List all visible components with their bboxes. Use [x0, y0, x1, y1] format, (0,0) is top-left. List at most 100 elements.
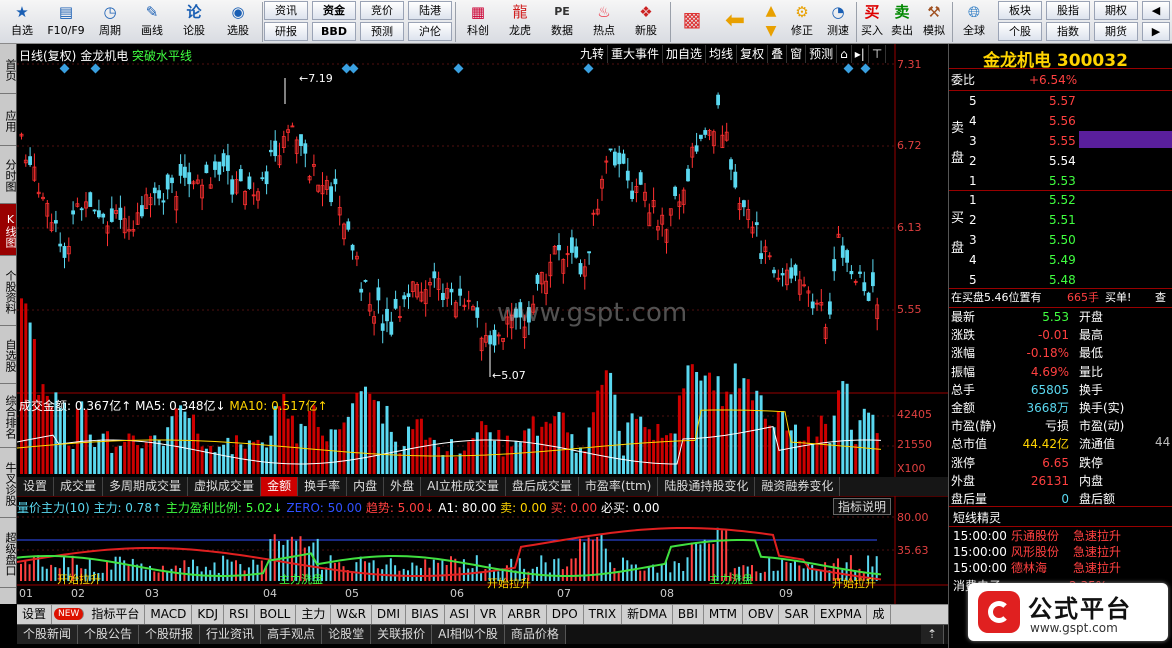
btab-vr[interactable]: VR [475, 605, 503, 624]
tool-jiuzhuan[interactable]: 九转 [577, 45, 609, 63]
news-tab-commodity[interactable]: 商品价格 [504, 625, 566, 644]
vtab-pe-ttm[interactable]: 市盈率(ttm) [579, 477, 659, 496]
btab-settings[interactable]: 设置 [17, 605, 53, 624]
tb-cesu[interactable]: ◔ 测速 [821, 1, 855, 43]
btab-rsi[interactable]: RSI [224, 605, 255, 624]
btab-boll[interactable]: BOLL [255, 605, 297, 624]
nav-order-book[interactable]: 超级盘口 [0, 518, 17, 588]
news-tab-industry[interactable]: 行业资讯 [200, 625, 262, 644]
tb-lungu[interactable]: 论 论股 [174, 1, 214, 43]
tb-zixuan[interactable]: ★ 自选 [2, 1, 42, 43]
tool-forecast[interactable]: 预测 [806, 45, 838, 63]
btab-mtm[interactable]: MTM [704, 605, 743, 624]
tb-f10[interactable]: ▤ F10/F9 [44, 1, 88, 43]
nav-home[interactable]: 首页 [0, 44, 17, 94]
tb-grid[interactable]: ▩ [673, 1, 711, 43]
vtab-volume[interactable]: 成交量 [54, 477, 104, 496]
vtab-after-hours[interactable]: 盘后成交量 [506, 477, 579, 496]
tb-zixun[interactable]: 资讯 [264, 1, 308, 20]
expand-up-icon[interactable]: ⇡ [920, 625, 944, 644]
tb-guzhi[interactable]: 股指 [1046, 1, 1090, 20]
tb-buy[interactable]: 买 买入 [858, 1, 886, 43]
vtab-multi-volume[interactable]: 多周期成交量 [103, 477, 189, 496]
vtab-virtual-volume[interactable]: 虚拟成交量 [188, 477, 262, 496]
tb-zhouqi[interactable]: ◷ 周期 [90, 1, 130, 43]
btab-main[interactable]: 主力 [296, 605, 332, 624]
note-query[interactable]: 查 [1155, 289, 1166, 307]
vtab-ai-volume[interactable]: AI立桩成交量 [421, 477, 506, 496]
btab-obv[interactable]: OBV [743, 605, 780, 624]
btab-dpo[interactable]: DPO [547, 605, 584, 624]
tb-bankuai[interactable]: 板块 [998, 1, 1042, 20]
vtab-outer[interactable]: 外盘 [384, 477, 422, 496]
tb-yuce[interactable]: 预测 [360, 22, 404, 41]
btab-asi[interactable]: ASI [445, 605, 476, 624]
tb-redian[interactable]: ♨ 热点 [584, 1, 624, 43]
tool-overlay[interactable]: 叠 [768, 45, 788, 63]
btab-bias[interactable]: BIAS [406, 605, 445, 624]
tb-lugang[interactable]: 陆港 [408, 1, 452, 20]
vtab-turnover[interactable]: 换手率 [298, 477, 348, 496]
news-tab-announcements[interactable]: 个股公告 [78, 625, 140, 644]
next-icon[interactable]: ▸| [851, 45, 869, 63]
vtab-inner[interactable]: 内盘 [347, 477, 385, 496]
news-tab-ai-similar[interactable]: AI相似个股 [432, 625, 505, 644]
news-panel-title[interactable]: 短线精灵 [953, 509, 1001, 526]
tb-gegu[interactable]: 个股 [998, 22, 1042, 41]
nav-ranking[interactable]: 综合排名 [0, 384, 17, 448]
tb-yanbao[interactable]: 研报 [264, 22, 308, 41]
tb-kechuang[interactable]: ▦ 科创 [458, 1, 498, 43]
vtab-settings[interactable]: 设置 [17, 477, 55, 496]
tb-huaxian[interactable]: ✎ 画线 [132, 1, 172, 43]
vtab-hk-holding[interactable]: 陆股通持股变化 [658, 477, 756, 496]
vtab-margin[interactable]: 融资融券变化 [755, 477, 841, 496]
nav-watchlist[interactable]: 自选股 [0, 326, 17, 384]
tb-xiuzheng[interactable]: ⚙ 修正 [785, 1, 819, 43]
nav-kline[interactable]: K线图 [0, 204, 17, 256]
tb-xuangu[interactable]: ◉ 选股 [216, 1, 260, 43]
tb-moni[interactable]: ⚒ 模拟 [918, 1, 950, 43]
tb-shuju[interactable]: PE 数据 [542, 1, 582, 43]
btab-dmi[interactable]: DMI [372, 605, 407, 624]
tb-zhishu[interactable]: 指数 [1046, 22, 1090, 41]
tool-ma[interactable]: 均线 [706, 45, 738, 63]
btab-kdj[interactable]: KDJ [192, 605, 224, 624]
tool-adjust[interactable]: 复权 [737, 45, 769, 63]
tb-updown[interactable]: ▲ ▼ [759, 1, 783, 43]
btab-sar[interactable]: SAR [779, 605, 815, 624]
tb-more-1[interactable]: ◀ [1142, 1, 1170, 20]
news-tab-experts[interactable]: 高手观点 [261, 625, 323, 644]
lock-icon[interactable]: ⌂ [837, 45, 852, 63]
btab-more[interactable]: 成 [867, 605, 891, 624]
btab-bbi[interactable]: BBI [673, 605, 704, 624]
btab-platform[interactable]: 指标平台 [86, 605, 146, 624]
btab-trix[interactable]: TRIX [584, 605, 623, 624]
tb-qiquan[interactable]: 期权 [1094, 1, 1138, 20]
nav-apps[interactable]: 应用 [0, 94, 17, 146]
btab-arbr[interactable]: ARBR [503, 605, 547, 624]
tb-jingjia[interactable]: 竞价 [360, 1, 404, 20]
nav-diagnosis[interactable]: 牛叉诊股 [0, 448, 17, 518]
tb-sell[interactable]: 卖 卖出 [888, 1, 916, 43]
nav-timeshare[interactable]: 分时图 [0, 146, 17, 204]
btab-newdma[interactable]: 新DMA [622, 605, 673, 624]
btab-wr[interactable]: W&R [331, 605, 372, 624]
btab-expma[interactable]: EXPMA [815, 605, 868, 624]
tb-xingu[interactable]: ❖ 新股 [626, 1, 666, 43]
tool-events[interactable]: 重大事件 [608, 45, 664, 63]
indicator-help-button[interactable]: 指标说明 [833, 498, 892, 515]
tb-hulun[interactable]: 沪伦 [408, 22, 452, 41]
kline-chart-area[interactable]: 日线(复权) 金龙机电 突破水平线 九转 重大事件 加自选 均线 复权叠窗预测 ⌂ ▸| ⊤ … [17, 44, 948, 604]
tool-add-watch[interactable]: 加自选 [663, 45, 707, 63]
tb-bbd[interactable]: BBD [312, 22, 356, 41]
tb-more-2[interactable]: ▶ [1142, 22, 1170, 41]
news-tab-reports[interactable]: 个股研报 [139, 625, 201, 644]
news-tab-related[interactable]: 关联报价 [371, 625, 433, 644]
news-tab-stock-news[interactable]: 个股新闻 [17, 625, 79, 644]
news-tab-forum[interactable]: 论股堂 [322, 625, 372, 644]
tb-global[interactable]: 🌐︎ 全球 [954, 1, 994, 43]
tb-back[interactable]: ⬅ [713, 1, 757, 43]
vtab-amount[interactable]: 金额 [261, 477, 299, 496]
nav-stock-info[interactable]: 个股资料 [0, 256, 17, 326]
tool-window[interactable]: 窗 [787, 45, 807, 63]
